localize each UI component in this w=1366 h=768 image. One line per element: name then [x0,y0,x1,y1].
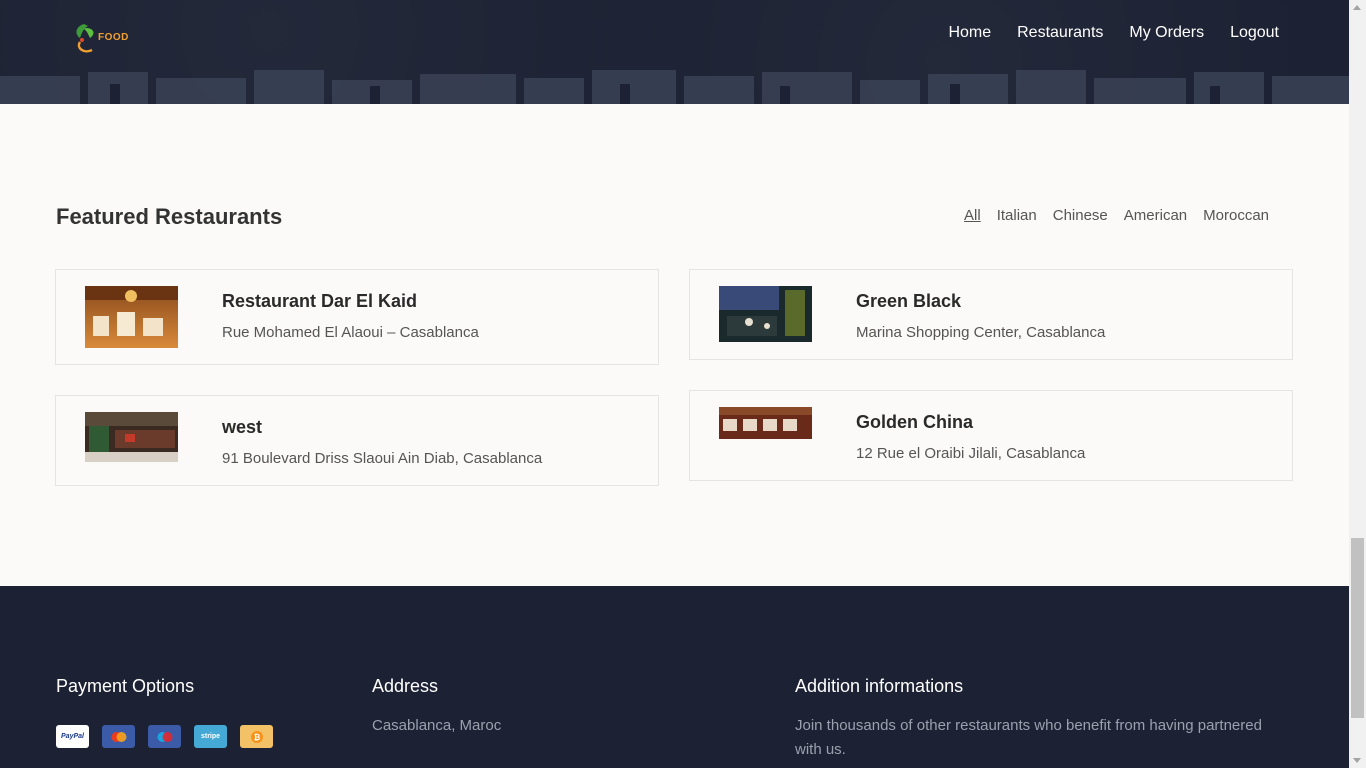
payment-methods: PayPal stripe ₿ [56,725,273,748]
additional-info-title: Addition informations [795,676,964,696]
page-scrollbar[interactable] [1349,0,1366,768]
mastercard-icon [102,725,135,748]
payment-options-title: Payment Options [56,676,195,696]
site-footer: Payment Options PayPal stripe ₿ Address … [0,586,1349,768]
logo[interactable]: FOOD [70,20,130,56]
logo-text: FOOD [98,32,129,43]
skyline-decoration [0,70,1349,104]
restaurant-name[interactable]: Restaurant Dar El Kaid [222,291,417,312]
maestro-icon [148,725,181,748]
restaurant-card[interactable]: Restaurant Dar El Kaid Rue Mohamed El Al… [55,269,659,365]
scroll-up-icon[interactable] [1353,5,1361,10]
page: FOOD Home Restaurants My Orders Logout F… [0,0,1349,768]
filter-moroccan[interactable]: Moroccan [1203,207,1269,224]
cuisine-filters: All Italian Chinese American Moroccan [964,207,1269,224]
restaurant-address: 12 Rue el Oraibi Jilali, Casablanca [856,445,1086,462]
restaurant-card[interactable]: Green Black Marina Shopping Center, Casa… [689,269,1293,360]
nav-restaurants[interactable]: Restaurants [1017,24,1103,42]
restaurant-address: Rue Mohamed El Alaoui – Casablanca [222,324,479,341]
restaurant-name[interactable]: Golden China [856,412,973,433]
address-text: Casablanca, Maroc [372,717,502,734]
restaurant-card[interactable]: Golden China 12 Rue el Oraibi Jilali, Ca… [689,390,1293,481]
scrollbar-thumb[interactable] [1351,538,1364,718]
main-nav: Home Restaurants My Orders Logout [948,24,1279,42]
restaurant-name[interactable]: west [222,417,262,438]
site-header: FOOD Home Restaurants My Orders Logout [0,0,1349,104]
restaurant-name[interactable]: Green Black [856,291,961,312]
svg-text:₿: ₿ [253,733,260,742]
nav-home[interactable]: Home [948,24,991,42]
filter-chinese[interactable]: Chinese [1053,207,1108,224]
restaurant-image[interactable] [719,286,812,342]
restaurant-image[interactable] [85,286,178,348]
filter-american[interactable]: American [1124,207,1187,224]
restaurant-image[interactable] [719,407,812,439]
bitcoin-icon: ₿ [240,725,273,748]
leaf-logo-icon [76,24,94,53]
address-title: Address [372,676,439,696]
additional-info-text: Join thousands of other restaurants who … [795,717,1262,758]
paypal-icon: PayPal [56,725,89,748]
scroll-down-icon[interactable] [1353,758,1361,763]
restaurant-image[interactable] [85,412,178,462]
nav-logout[interactable]: Logout [1230,24,1279,42]
restaurant-card[interactable]: west 91 Boulevard Driss Slaoui Ain Diab,… [55,395,659,486]
restaurant-address: 91 Boulevard Driss Slaoui Ain Diab, Casa… [222,450,543,467]
filter-all[interactable]: All [964,207,981,224]
stripe-icon: stripe [194,725,227,748]
restaurant-address: Marina Shopping Center, Casablanca [856,324,1106,341]
nav-my-orders[interactable]: My Orders [1129,24,1204,42]
section-title: Featured Restaurants [56,204,283,229]
filter-italian[interactable]: Italian [997,207,1037,224]
